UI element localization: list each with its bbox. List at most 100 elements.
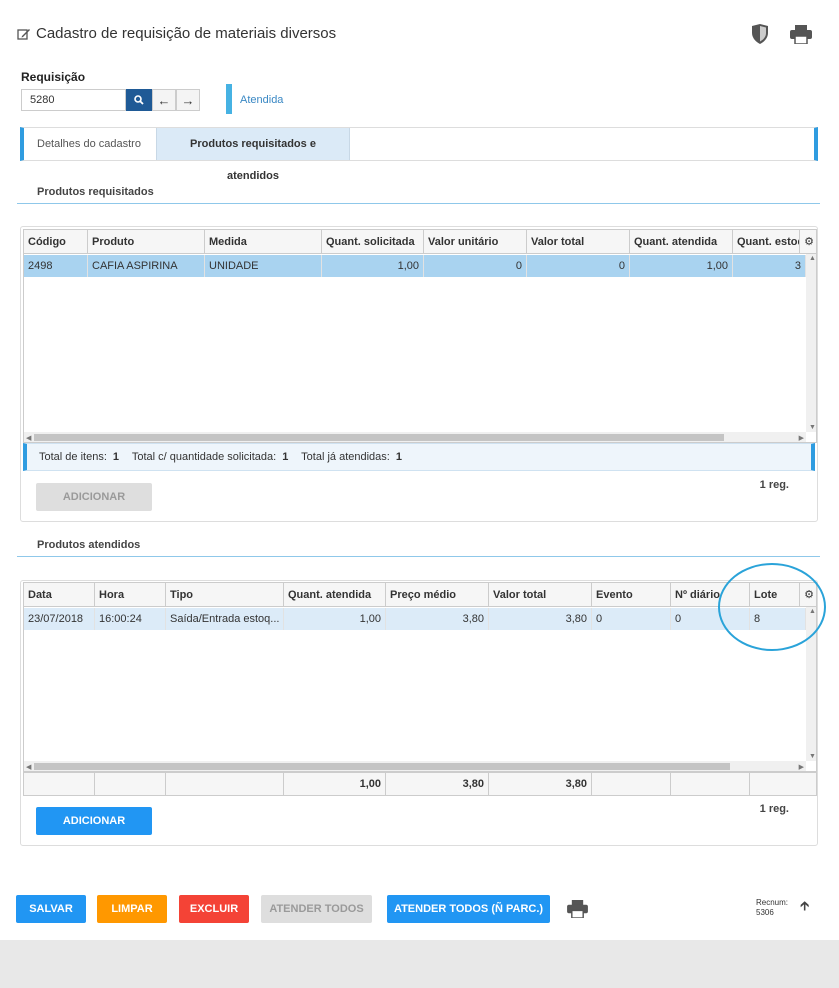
footer-cell	[671, 773, 750, 795]
record-count: 1 reg.	[759, 803, 789, 815]
column-header[interactable]: Quant. atendida	[284, 583, 386, 607]
scroll-left-icon[interactable]: ◀	[26, 763, 31, 771]
section-title-atendidos: Produtos atendidos	[37, 539, 141, 551]
previous-button[interactable]: ←	[152, 89, 176, 111]
column-header[interactable]: Data	[24, 583, 95, 607]
grid-requisitados: Código Produto Medida Quant. solicitada …	[23, 229, 817, 443]
tab-detalhes[interactable]: Detalhes do cadastro	[24, 128, 154, 160]
print-icon[interactable]	[567, 900, 588, 921]
arrow-right-icon: →	[181, 92, 195, 108]
cell-quant-atendida: 1,00	[284, 608, 386, 630]
atender-todos-nparc-button[interactable]: ATENDER TODOS (Ñ PARC.)	[387, 895, 550, 923]
column-header[interactable]: Quant. estoq	[733, 230, 800, 254]
cell-evento: 0	[592, 608, 671, 630]
table-row[interactable]: 2498 CAFIA ASPIRINA UNIDADE 1,00 0 0 1,0…	[24, 255, 806, 277]
scroll-left-icon[interactable]: ◀	[26, 434, 31, 442]
cell-quant-solicitada: 1,00	[322, 255, 424, 277]
atender-todos-button[interactable]: ATENDER TODOS	[261, 895, 372, 923]
total-solicitada-value: 1	[282, 451, 289, 463]
panel-atendidos: Data Hora Tipo Quant. atendida Preço méd…	[20, 580, 818, 846]
totals-bar: Total de itens: 1 Total c/ quantidade sol…	[23, 443, 815, 471]
print-icon[interactable]	[790, 25, 812, 47]
cell-preco-medio: 3,80	[386, 608, 489, 630]
page-title-text: Cadastro de requisição de materiais dive…	[36, 25, 337, 42]
column-header[interactable]: Evento	[592, 583, 671, 607]
gear-icon[interactable]: ⚙	[800, 230, 816, 254]
column-header[interactable]: Quant. atendida	[630, 230, 733, 254]
record-count: 1 reg.	[759, 479, 789, 491]
section-divider	[17, 203, 820, 204]
cell-hora: 16:00:24	[95, 608, 166, 630]
scroll-down-icon[interactable]: ▼	[809, 424, 816, 431]
column-header[interactable]: Valor total	[527, 230, 630, 254]
cell-valor-unitario: 0	[424, 255, 527, 277]
footer-total-preco: 3,80	[386, 773, 489, 795]
limpar-button[interactable]: LIMPAR	[97, 895, 167, 923]
footer-total-quant: 1,00	[284, 773, 386, 795]
vertical-scrollbar[interactable]: ▲ ▼	[806, 254, 816, 432]
status-text: Atendida	[240, 94, 284, 106]
add-requisitado-button[interactable]: ADICIONAR	[36, 483, 152, 511]
panel-requisitados: Código Produto Medida Quant. solicitada …	[20, 226, 818, 522]
scroll-down-icon[interactable]: ▼	[809, 753, 816, 760]
horizontal-scrollbar[interactable]: ◀ ▶	[24, 432, 806, 442]
scrollbar-thumb[interactable]	[34, 763, 730, 770]
recnum-label: Recnum:	[756, 898, 789, 907]
total-atendidas-value: 1	[395, 451, 402, 463]
footer-cell	[166, 773, 284, 795]
salvar-button[interactable]: SALVAR	[16, 895, 86, 923]
column-header[interactable]: Preço médio	[386, 583, 489, 607]
column-header[interactable]: Hora	[95, 583, 166, 607]
footer-cell	[95, 773, 166, 795]
footer-cell	[750, 773, 816, 795]
total-itens-value: 1	[112, 451, 119, 463]
horizontal-scrollbar[interactable]: ◀ ▶	[24, 761, 806, 771]
page: Cadastro de requisição de materiais dive…	[0, 0, 839, 940]
section-title-requisitados: Produtos requisitados	[37, 186, 154, 198]
scroll-top-icon[interactable]: 🡱	[800, 897, 809, 919]
section-divider	[17, 556, 820, 557]
grid-footer: 1,00 3,80 3,80	[23, 772, 817, 796]
column-header[interactable]: Tipo	[166, 583, 284, 607]
search-icon	[134, 95, 144, 105]
column-header[interactable]: Medida	[205, 230, 322, 254]
cell-codigo: 2498	[24, 255, 88, 277]
cell-quant-atendida: 1,00	[630, 255, 733, 277]
total-atendidas-label: Total já atendidas:	[301, 451, 390, 463]
shield-icon[interactable]	[751, 24, 769, 47]
cell-medida: UNIDADE	[205, 255, 322, 277]
recnum: Recnum: 5306	[756, 898, 788, 918]
requisicao-input[interactable]	[21, 89, 126, 111]
cell-tipo: Saída/Entrada estoq...	[166, 608, 284, 630]
status-indicator	[226, 84, 232, 114]
table-row[interactable]: 23/07/2018 16:00:24 Saída/Entrada estoq.…	[24, 608, 806, 630]
grid-atendidos: Data Hora Tipo Quant. atendida Preço méd…	[23, 582, 817, 772]
column-header[interactable]: Valor total	[489, 583, 592, 607]
tab-produtos[interactable]: Produtos requisitados e atendidos	[156, 128, 350, 182]
footer-cell	[592, 773, 671, 795]
cell-data: 23/07/2018	[24, 608, 95, 630]
cell-valor-total: 3,80	[489, 608, 592, 630]
scroll-up-icon[interactable]: ▲	[809, 255, 816, 262]
search-button[interactable]	[126, 89, 152, 111]
column-header[interactable]: Código	[24, 230, 88, 254]
scrollbar-thumb[interactable]	[34, 434, 724, 441]
column-header[interactable]: Valor unitário	[424, 230, 527, 254]
scroll-right-icon[interactable]: ▶	[799, 434, 804, 442]
total-solicitada-label: Total c/ quantidade solicitada:	[131, 451, 277, 463]
excluir-button[interactable]: EXCLUIR	[179, 895, 249, 923]
recnum-value: 5306	[756, 908, 774, 917]
cell-quant-estoque: 3	[733, 255, 806, 277]
tabs: Detalhes do cadastro Produtos requisitad…	[20, 127, 818, 182]
column-header[interactable]: Produto	[88, 230, 205, 254]
next-button[interactable]: →	[176, 89, 200, 111]
page-title: Cadastro de requisição de materiais dive…	[17, 25, 336, 42]
add-atendido-button[interactable]: ADICIONAR	[36, 807, 152, 835]
footer-cell	[24, 773, 95, 795]
arrow-left-icon: ←	[157, 92, 171, 108]
edit-icon	[17, 28, 30, 40]
total-itens-label: Total de itens:	[39, 451, 107, 463]
column-header[interactable]: Quant. solicitada	[322, 230, 424, 254]
scroll-right-icon[interactable]: ▶	[799, 763, 804, 771]
requisicao-label: Requisição	[21, 70, 86, 84]
